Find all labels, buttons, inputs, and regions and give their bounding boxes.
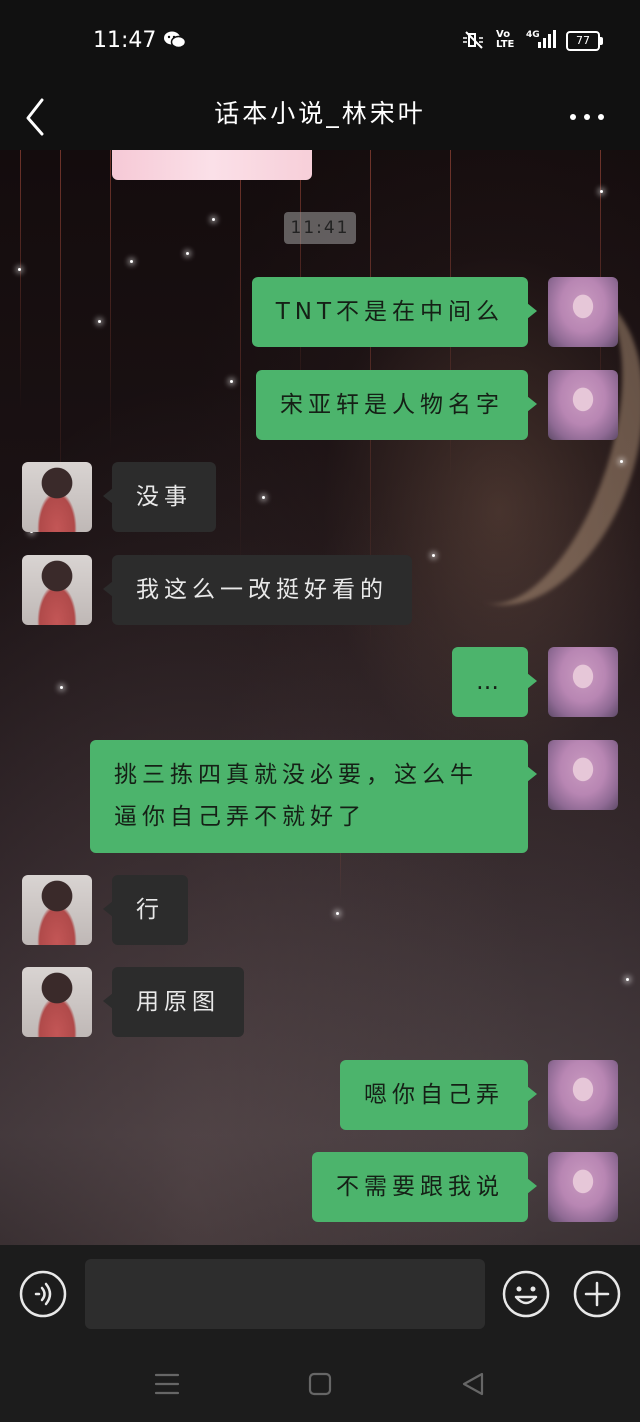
my-avatar[interactable] [548, 647, 618, 717]
message-bubble-sent[interactable]: 宋亚轩是人物名字 [256, 370, 537, 440]
my-avatar[interactable] [548, 370, 618, 440]
my-avatar[interactable] [548, 1152, 618, 1222]
message-input[interactable] [85, 1259, 485, 1329]
chat-area[interactable]: 11:41 TNT不是在中间么 宋亚轩是人物名字 没事 我这么一改挺好看的 … … [0, 150, 640, 1245]
battery-indicator: 77 [566, 31, 603, 51]
plus-icon [573, 1270, 621, 1318]
contact-avatar[interactable] [22, 462, 92, 532]
message-bubble-sent[interactable]: 不需要跟我说 [312, 1152, 537, 1222]
more-functions-button[interactable] [572, 1269, 622, 1319]
message-bubble-received[interactable]: 我这么一改挺好看的 [103, 555, 412, 625]
emoji-button[interactable] [501, 1269, 551, 1319]
mute-icon [460, 30, 490, 54]
sticker-image[interactable] [112, 150, 312, 180]
wechat-icon [164, 30, 187, 54]
emoji-icon [502, 1270, 550, 1318]
message-bubble-sent[interactable]: … [452, 647, 537, 717]
my-avatar[interactable] [548, 277, 618, 347]
more-dots-icon [570, 114, 576, 120]
volte-label: Vo LTE [496, 29, 515, 50]
my-avatar[interactable] [548, 1060, 618, 1130]
message-bubble-received[interactable]: 用原图 [103, 967, 244, 1037]
input-bar [0, 1245, 640, 1345]
status-bar: 11:47 Vo LTE 4G 77 [0, 0, 640, 78]
my-avatar[interactable] [548, 740, 618, 810]
chat-header: 话本小说_林宋叶 [0, 78, 640, 150]
recents-button[interactable] [150, 1367, 184, 1401]
home-button[interactable] [303, 1367, 337, 1401]
system-nav-bar [0, 1345, 640, 1422]
menu-lines-icon [154, 1373, 180, 1395]
status-time: 11:47 [93, 28, 157, 53]
triangle-back-icon [462, 1372, 484, 1396]
message-bubble-received[interactable]: 行 [103, 875, 188, 945]
voice-button[interactable] [18, 1269, 68, 1319]
voice-icon [19, 1270, 67, 1318]
message-bubble-sent[interactable]: 嗯你自己弄 [340, 1060, 537, 1130]
contact-avatar[interactable] [22, 875, 92, 945]
back-nav-button[interactable] [456, 1367, 490, 1401]
message-timestamp: 11:41 [284, 212, 356, 244]
more-options-button[interactable] [570, 96, 610, 136]
message-bubble-sent[interactable]: 挑三拣四真就没必要，这么牛逼你自己弄不就好了 [90, 740, 537, 853]
contact-avatar[interactable] [22, 967, 92, 1037]
message-bubble-received[interactable]: 没事 [103, 462, 216, 532]
svg-text:4G: 4G [526, 30, 540, 40]
signal-icon: 4G [524, 28, 556, 54]
chat-title: 话本小说_林宋叶 [214, 99, 426, 128]
square-icon [308, 1372, 332, 1396]
contact-avatar[interactable] [22, 555, 92, 625]
message-bubble-sent[interactable]: TNT不是在中间么 [251, 277, 538, 347]
